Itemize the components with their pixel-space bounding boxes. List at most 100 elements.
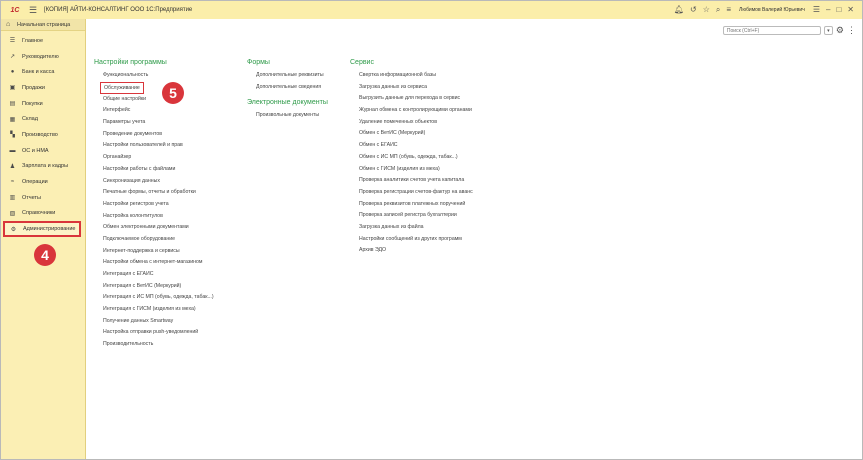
step-badge-4: 4 bbox=[34, 244, 56, 266]
link-collapse-db[interactable]: Свертка информационной базы bbox=[350, 70, 473, 82]
link-delete-marked[interactable]: Удаление помеченных объектов bbox=[350, 117, 473, 129]
user-name[interactable]: Любимов Валерий Юрьевич bbox=[739, 1, 805, 19]
link-eshop-exchange[interactable]: Настройки обмена с интернет-магазином bbox=[94, 257, 214, 269]
link-users-rights[interactable]: Настройки пользователей и прав bbox=[94, 140, 214, 152]
link-arbitrary-docs[interactable]: Произвольные документы bbox=[247, 110, 328, 122]
link-organizer[interactable]: Органайзер bbox=[94, 152, 214, 164]
link-vetis-exchange[interactable]: Обмен с ВетИС (Меркурий) bbox=[350, 128, 473, 140]
sidebar: ⌂ Начальная страница ☰ Главное ↗ Руководит… bbox=[1, 19, 86, 459]
link-vetis-integration[interactable]: Интеграция с ВетИС (Меркурий) bbox=[94, 281, 214, 293]
maximize-icon[interactable]: □ bbox=[836, 1, 841, 19]
link-additional-props[interactable]: Дополнительные реквизиты bbox=[247, 70, 328, 82]
star-icon[interactable]: ☆ bbox=[703, 1, 710, 19]
link-edoc-exchange[interactable]: Обмен электронными документами bbox=[94, 222, 214, 234]
link-functionality[interactable]: Функциональность bbox=[94, 70, 214, 82]
sidebar-item-purchases[interactable]: ▤ Покупки bbox=[1, 96, 85, 112]
link-gism-exchange[interactable]: Обмен с ГИСМ (изделия из меха) bbox=[350, 164, 473, 176]
window-title: [КОПИЯ] АЙТИ-КОНСАЛТИНГ ООО 1С:Предприят… bbox=[44, 7, 193, 13]
person-icon: ♟ bbox=[9, 163, 16, 170]
link-general-settings[interactable]: Общие настройки bbox=[94, 94, 214, 106]
link-check-ledger[interactable]: Проверка записей регистра бухгалтерии bbox=[350, 210, 473, 222]
bell-icon[interactable]: 🔔︎ bbox=[674, 1, 684, 19]
content-toolbar: ▾ ⚙ ⋮ bbox=[722, 26, 856, 35]
link-file-settings[interactable]: Настройки работы с файлами bbox=[94, 164, 214, 176]
home-icon: ⌂ bbox=[6, 21, 11, 28]
link-gism-integration[interactable]: Интеграция с ГИСМ (изделия из меха) bbox=[94, 304, 214, 316]
gear-icon[interactable]: ⚙ bbox=[836, 26, 844, 35]
menu-icon[interactable]: ☰ bbox=[28, 5, 38, 15]
link-equipment[interactable]: Подключаемое оборудование bbox=[94, 234, 214, 246]
sidebar-item-operations[interactable]: ≈ Операции bbox=[1, 174, 85, 190]
history-icon[interactable]: ↺ bbox=[690, 1, 697, 19]
link-ismp-integration[interactable]: Интеграция с ИС МП (обувь, одежда, табак… bbox=[94, 292, 214, 304]
close-icon[interactable]: ✕ bbox=[847, 1, 854, 19]
link-smartway[interactable]: Получение данных Smartway bbox=[94, 316, 214, 328]
sidebar-item-production[interactable]: ▚ Производство bbox=[1, 127, 85, 143]
link-accounting-params[interactable]: Параметры учета bbox=[94, 117, 214, 129]
link-posting-documents[interactable]: Проведение документов bbox=[94, 129, 214, 141]
sidebar-item-label: Склад bbox=[22, 116, 38, 123]
service-section: Сервис Свертка информационной базы Загру… bbox=[350, 59, 473, 257]
sidebar-item-label: Руководителю bbox=[22, 53, 59, 60]
truck-icon: ▬ bbox=[9, 147, 16, 154]
sidebar-item-label: Зарплата и кадры bbox=[22, 163, 69, 170]
title-bar-icons: 🔔︎ ↺ ☆ ⌕ ≡ Любимов Валерий Юрьевич ☰ – □… bbox=[674, 1, 854, 19]
coin-icon: ● bbox=[10, 69, 15, 76]
link-messages-settings[interactable]: Настройки сообщений из других программ bbox=[350, 234, 473, 246]
section-title: Электронные документы bbox=[247, 99, 328, 107]
sidebar-item-sales[interactable]: ▣ Продажи bbox=[1, 80, 85, 96]
sidebar-item-assets[interactable]: ▬ ОС и НМА bbox=[1, 143, 85, 159]
link-ismp-exchange[interactable]: Обмен с ИС МП (обувь, одежда, табак...) bbox=[350, 152, 473, 164]
link-load-from-service[interactable]: Загрузка данных из сервиса bbox=[350, 82, 473, 94]
sidebar-item-warehouse[interactable]: ▦ Склад bbox=[1, 111, 85, 127]
more-icon[interactable]: ⋮ bbox=[847, 26, 856, 35]
link-check-capital[interactable]: Проверка аналитики счетов учета капитала bbox=[350, 175, 473, 187]
link-print-forms[interactable]: Печатные формы, отчеты и обработки bbox=[94, 187, 214, 199]
sidebar-item-label: ОС и НМА bbox=[22, 147, 49, 154]
link-export-to-service[interactable]: Выгрузить данные для перехода в сервис bbox=[350, 93, 473, 105]
link-egais-exchange[interactable]: Обмен с ЕГАИС bbox=[350, 140, 473, 152]
sidebar-item-label: Банк и касса bbox=[22, 69, 55, 76]
cart-icon: ▤ bbox=[9, 101, 16, 108]
link-check-payment-orders[interactable]: Проверка реквизитов платежных поручений bbox=[350, 199, 473, 211]
search-input[interactable] bbox=[722, 26, 821, 35]
sidebar-item-label: Операции bbox=[22, 179, 48, 186]
sidebar-item-management[interactable]: ↗ Руководителю bbox=[1, 49, 85, 65]
link-interface[interactable]: Интерфейс bbox=[94, 105, 214, 117]
link-data-sync[interactable]: Синхронизация данных bbox=[94, 176, 214, 188]
sidebar-item-label: Покупки bbox=[22, 100, 43, 107]
link-internet-support[interactable]: Интернет-поддержка и сервисы bbox=[94, 246, 214, 258]
link-edo-archive[interactable]: Архив ЭДО bbox=[350, 245, 473, 257]
sidebar-item-catalogs[interactable]: ▧ Справочники bbox=[1, 206, 85, 222]
sidebar-item-reports[interactable]: ▥ Отчеты bbox=[1, 190, 85, 206]
link-egais-integration[interactable]: Интеграция с ЕГАИС bbox=[94, 269, 214, 281]
gear-icon: ⚙ bbox=[10, 226, 17, 233]
user-menu-icon[interactable]: ≡ bbox=[726, 1, 731, 19]
link-exchange-journal[interactable]: Журнал обмена с контролирующими органами bbox=[350, 105, 473, 117]
link-additional-info[interactable]: Дополнительные сведения bbox=[247, 82, 328, 94]
minimize-icon[interactable]: – bbox=[826, 1, 830, 19]
section-title: Формы bbox=[247, 59, 270, 66]
operations-icon: ≈ bbox=[10, 179, 15, 186]
settings-menu-icon[interactable]: ☰ bbox=[813, 1, 820, 19]
sidebar-item-main[interactable]: ☰ Главное bbox=[1, 33, 85, 49]
sidebar-home[interactable]: ⌂ Начальная страница bbox=[1, 19, 85, 31]
sidebar-item-bank[interactable]: ● Банк и касса bbox=[1, 64, 85, 80]
sidebar-item-administration[interactable]: ⚙ Администрирование bbox=[3, 221, 81, 237]
book-icon: ▧ bbox=[9, 210, 16, 217]
link-registers-settings[interactable]: Настройки регистров учета bbox=[94, 199, 214, 211]
chart-icon: ▥ bbox=[9, 195, 16, 202]
sidebar-item-label: Администрирование bbox=[23, 226, 76, 233]
link-push-notifications[interactable]: Настройка отправки push-уведомлений bbox=[94, 327, 214, 339]
sidebar-item-label: Продажи bbox=[22, 84, 45, 91]
main-icon: ☰ bbox=[9, 38, 16, 45]
link-check-invoices[interactable]: Проверка регистрации счетов-фактур на ав… bbox=[350, 187, 473, 199]
link-load-from-file[interactable]: Загрузка данных из файла bbox=[350, 222, 473, 234]
step-badge-5: 5 bbox=[162, 82, 184, 104]
link-performance[interactable]: Производительность bbox=[94, 339, 214, 351]
sidebar-item-salary[interactable]: ♟ Зарплата и кадры bbox=[1, 159, 85, 175]
search-dropdown-button[interactable]: ▾ bbox=[823, 26, 833, 35]
link-maintenance[interactable]: Обслуживание bbox=[100, 81, 144, 94]
link-headers-footers[interactable]: Настройка колонтитулов bbox=[94, 211, 214, 223]
search-icon[interactable]: ⌕ bbox=[716, 1, 720, 19]
